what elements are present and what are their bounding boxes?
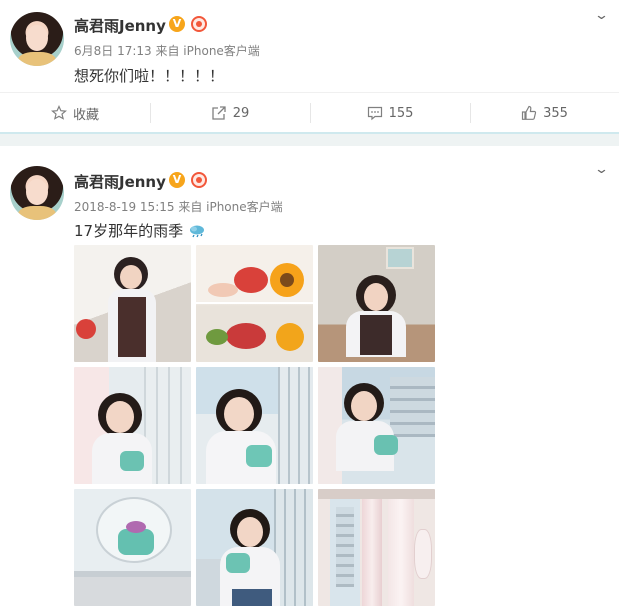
avatar[interactable]	[10, 12, 64, 66]
girl-with-cake-window-photo[interactable]	[74, 367, 191, 484]
like-button[interactable]: 355	[470, 93, 619, 133]
post-meta[interactable]: 6月8日 17:13 来自 iPhone客户端	[74, 42, 260, 59]
post-text: 想死你们啦！！！！！	[74, 67, 225, 85]
feed-separator	[0, 132, 619, 146]
sunflower-bouquet-photo[interactable]	[196, 245, 313, 362]
avatar-face	[26, 25, 48, 51]
weibo-post: 高君雨Jenny V 2018-8-19 15:15 来自 iPhone客户端 …	[0, 146, 619, 613]
curtain-window-photo[interactable]	[318, 489, 435, 606]
cake-closeup-photo[interactable]	[74, 489, 191, 606]
like-icon	[521, 105, 537, 120]
weibo-post: 高君雨Jenny V 6月8日 17:13 来自 iPhone客户端 想死你们啦…	[0, 0, 619, 132]
girl-smiling-cake-photo[interactable]	[196, 367, 313, 484]
medal-icon[interactable]	[191, 16, 207, 32]
repost-icon	[212, 106, 226, 120]
girl-holding-cake-photo[interactable]	[196, 489, 313, 606]
post-text: 17岁那年的雨季	[74, 220, 206, 241]
favorite-label: 收藏	[72, 107, 99, 123]
medal-icon[interactable]	[191, 172, 207, 188]
post-meta[interactable]: 2018-8-19 15:15 来自 iPhone客户端	[74, 198, 283, 215]
chevron-down-icon[interactable]: ⌄	[594, 8, 609, 23]
rain-cloud-icon	[189, 225, 204, 238]
chevron-down-icon[interactable]: ⌄	[594, 162, 609, 177]
avatar[interactable]	[10, 166, 64, 220]
action-bar: 收藏 29 155 355	[0, 92, 619, 132]
comment-button[interactable]: 155	[310, 93, 470, 133]
verified-icon: V	[169, 16, 185, 32]
avatar-face	[26, 179, 48, 205]
girl-sitting-window-photo[interactable]	[318, 367, 435, 484]
repost-button[interactable]: 29	[150, 93, 310, 133]
favorite-button[interactable]: 收藏	[0, 93, 150, 133]
star-icon	[51, 105, 67, 120]
verified-icon: V	[169, 172, 185, 188]
author-name[interactable]: 高君雨Jenny	[74, 171, 166, 192]
comment-count: 155	[388, 105, 414, 121]
comment-icon	[367, 106, 382, 121]
author-name[interactable]: 高君雨Jenny	[74, 15, 166, 36]
avatar-shirt	[18, 206, 56, 220]
like-count: 355	[543, 105, 568, 121]
repost-count: 29	[232, 105, 250, 121]
avatar-shirt	[18, 52, 56, 66]
girl-with-flowers-photo[interactable]	[74, 245, 191, 362]
post-text-content: 17岁那年的雨季	[74, 222, 184, 240]
girl-at-table-photo[interactable]	[318, 245, 435, 362]
